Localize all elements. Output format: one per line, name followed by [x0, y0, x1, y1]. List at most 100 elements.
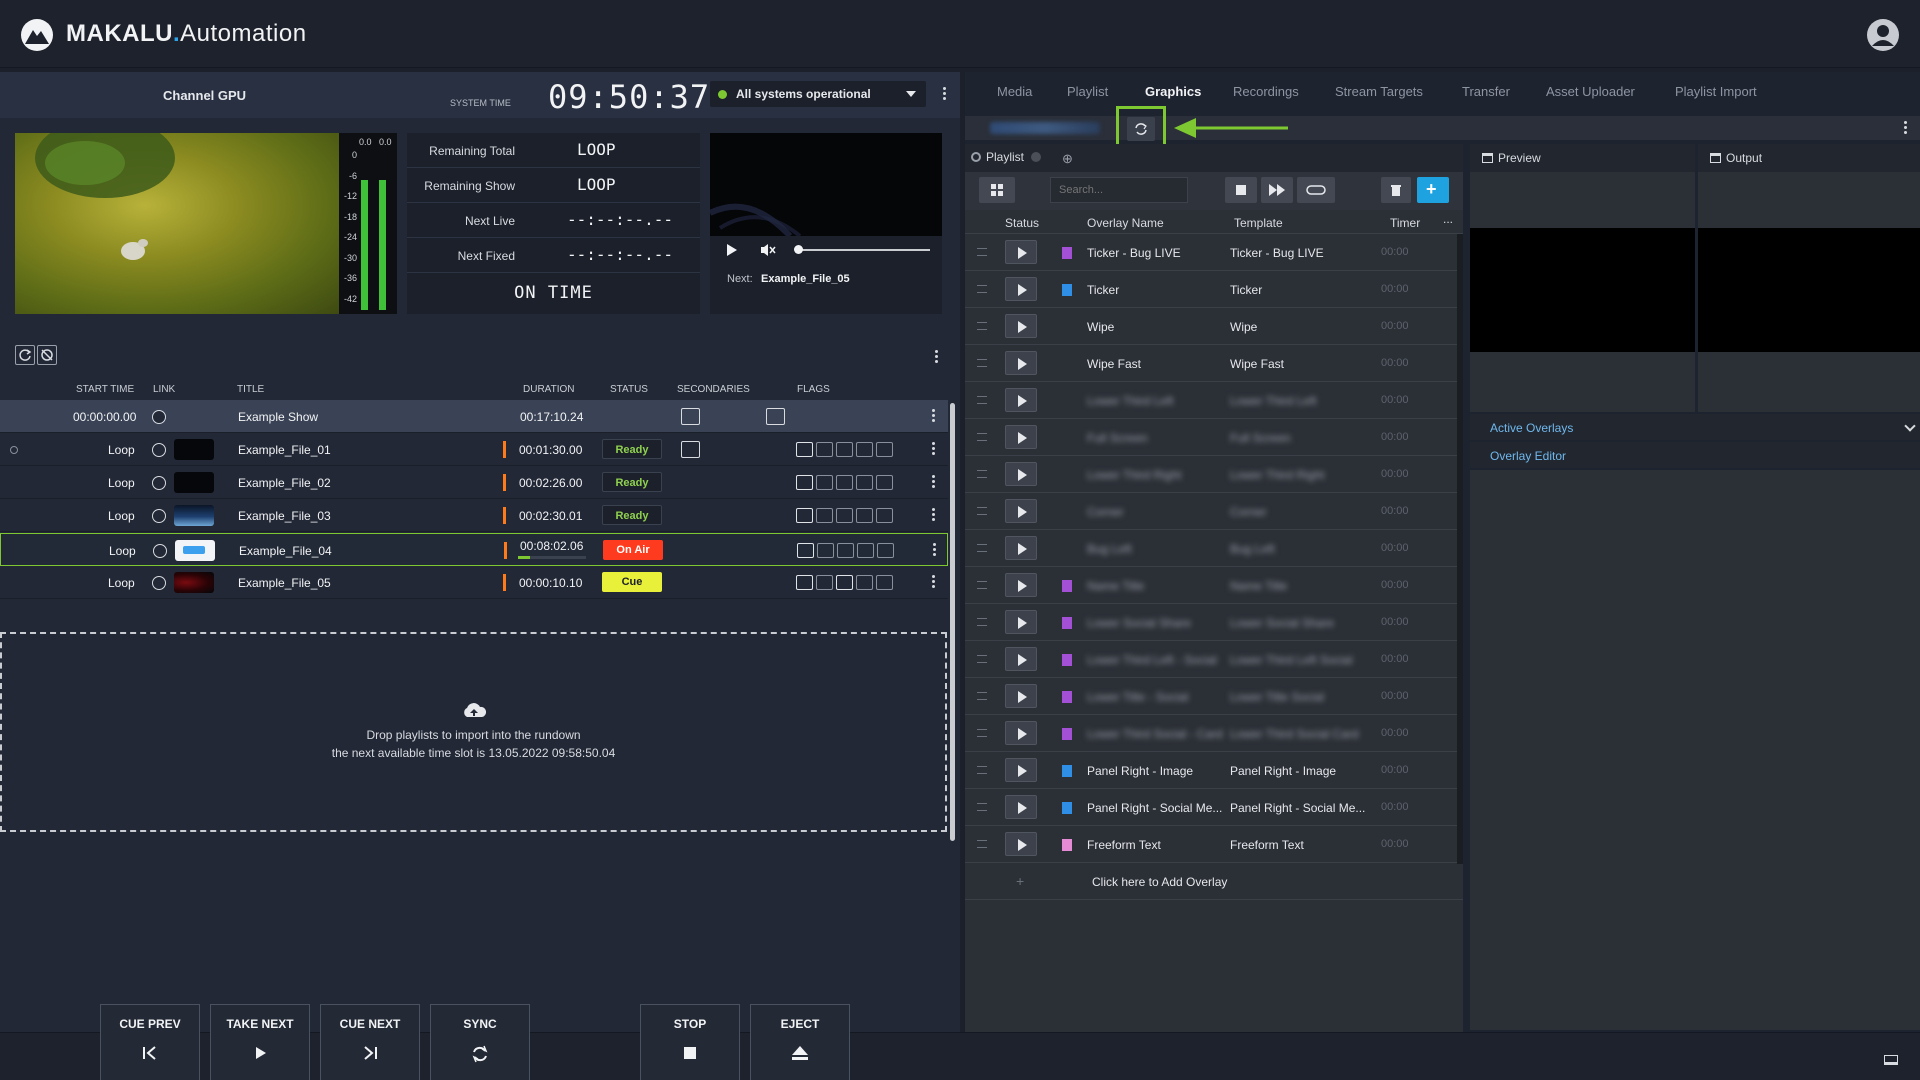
play-overlay-button[interactable] — [1005, 499, 1037, 523]
flag-icon[interactable] — [856, 575, 873, 590]
overlay-editor-section[interactable]: Overlay Editor — [1470, 442, 1920, 468]
overlay-row[interactable]: Freeform Text Freeform Text 00:00 — [965, 826, 1457, 863]
drag-handle-icon[interactable] — [977, 396, 987, 404]
next-player-progress[interactable] — [798, 249, 930, 251]
play-overlay-button[interactable] — [1005, 351, 1037, 375]
play-icon[interactable] — [726, 243, 738, 257]
graphics-menu-icon[interactable] — [1902, 121, 1908, 136]
channel-menu-icon[interactable] — [941, 87, 947, 102]
play-overlay-button[interactable] — [1005, 240, 1037, 264]
drag-handle-icon[interactable] — [977, 433, 987, 441]
fast-forward-button[interactable] — [1261, 177, 1293, 203]
overlay-editor-link[interactable]: Overlay Editor — [1490, 449, 1566, 463]
tab-asset-uploader[interactable]: Asset Uploader — [1546, 84, 1635, 99]
overlay-row[interactable]: Lower Third Social - Card Lower Third Soc… — [965, 715, 1457, 752]
row-menu-icon[interactable] — [930, 409, 936, 424]
overlay-row[interactable]: Full Screen Full Screen 00:00 — [965, 419, 1457, 456]
link-icon[interactable] — [152, 410, 166, 424]
row-menu-icon[interactable] — [930, 508, 936, 523]
loop-button[interactable] — [1297, 177, 1335, 203]
mute-icon[interactable] — [760, 243, 776, 257]
play-overlay-button[interactable] — [1005, 721, 1037, 745]
row-menu-icon[interactable] — [930, 442, 936, 457]
table-row[interactable]: Loop Example_File_05 00:00:10.10 Cue — [0, 566, 948, 599]
add-tab-icon[interactable]: ⊕ — [1062, 151, 1073, 167]
link-icon[interactable] — [152, 576, 166, 590]
tab-stream-targets[interactable]: Stream Targets — [1335, 84, 1423, 99]
overlay-row[interactable]: Panel Right - Image Panel Right - Image 00… — [965, 752, 1457, 789]
play-overlay-button[interactable] — [1005, 536, 1037, 560]
screen-icon[interactable] — [1884, 1055, 1898, 1065]
add-overlay-row[interactable]: + Click here to Add Overlay — [965, 864, 1463, 900]
play-overlay-button[interactable] — [1005, 388, 1037, 412]
user-avatar-icon[interactable] — [1866, 18, 1900, 52]
stop-all-button[interactable] — [1225, 177, 1257, 203]
tab-media[interactable]: Media — [997, 84, 1032, 99]
table-row[interactable]: Loop Example_File_02 00:02:26.00 Ready — [0, 466, 948, 499]
drag-handle-icon[interactable] — [977, 285, 987, 293]
cue-next-button[interactable]: CUE NEXT — [320, 1004, 420, 1080]
play-overlay-button[interactable] — [1005, 462, 1037, 486]
flag-icon[interactable] — [836, 575, 853, 590]
chevron-down-icon[interactable] — [1904, 420, 1916, 432]
eject-button[interactable]: EJECT — [750, 1004, 850, 1080]
flag-icon[interactable] — [796, 575, 813, 590]
graphics-profile-selector[interactable] — [990, 122, 1100, 134]
unlink-button[interactable] — [37, 345, 57, 365]
play-overlay-button[interactable] — [1005, 314, 1037, 338]
link-icon[interactable] — [152, 509, 166, 523]
drag-handle-icon[interactable] — [977, 470, 987, 478]
link-icon[interactable] — [153, 544, 167, 558]
row-menu-icon[interactable] — [931, 543, 937, 558]
system-status-dropdown[interactable]: All systems operational — [710, 81, 926, 107]
flag-icon[interactable] — [816, 442, 833, 457]
active-overlays-section[interactable]: Active Overlays — [1470, 414, 1920, 440]
overlay-row[interactable]: Lower Third Left - Social Lower Third Lef… — [965, 641, 1457, 678]
flag-icon[interactable] — [836, 508, 853, 523]
reload-rundown-button[interactable] — [15, 345, 35, 365]
add-overlay-button[interactable]: + — [1417, 177, 1449, 203]
tab-playlist-import[interactable]: Playlist Import — [1675, 84, 1757, 99]
play-overlay-button[interactable] — [1005, 277, 1037, 301]
flag-icon[interactable] — [816, 508, 833, 523]
flag-icon[interactable] — [797, 543, 814, 558]
tab-playlist[interactable]: Playlist — [1067, 84, 1108, 99]
show-row[interactable]: 00:00:00.00 Example Show 00:17:10.24 — [0, 400, 948, 433]
flag-icon[interactable] — [876, 508, 893, 523]
stop-button[interactable]: STOP — [640, 1004, 740, 1080]
overlay-row[interactable]: Ticker Ticker 00:00 — [965, 271, 1457, 308]
play-overlay-button[interactable] — [1005, 832, 1037, 856]
drag-handle-icon[interactable] — [977, 840, 987, 848]
flag-icon[interactable] — [817, 543, 834, 558]
drag-handle-icon[interactable] — [977, 507, 987, 515]
play-overlay-button[interactable] — [1005, 573, 1037, 597]
flag-icon[interactable] — [796, 508, 813, 523]
row-menu-icon[interactable] — [930, 475, 936, 490]
overlay-row[interactable]: Bug Left Bug Left 00:00 — [965, 530, 1457, 567]
take-next-button[interactable]: TAKE NEXT — [210, 1004, 310, 1080]
overlay-search-input[interactable] — [1050, 177, 1188, 203]
flag-icon[interactable] — [876, 575, 893, 590]
row-menu-icon[interactable] — [930, 575, 936, 590]
overlay-row[interactable]: Lower Third Left Lower Third Left 00:00 — [965, 382, 1457, 419]
flag-icon[interactable] — [876, 475, 893, 490]
delete-button[interactable] — [1381, 177, 1411, 203]
grid-view-button[interactable] — [979, 177, 1015, 203]
flag-icon[interactable] — [856, 508, 873, 523]
cue-prev-button[interactable]: CUE PREV — [100, 1004, 200, 1080]
flag-icon[interactable] — [876, 442, 893, 457]
secondaries-icon[interactable] — [681, 408, 700, 425]
flag-icon[interactable] — [796, 442, 813, 457]
flag-icon[interactable] — [857, 543, 874, 558]
play-overlay-button[interactable] — [1005, 684, 1037, 708]
link-icon[interactable] — [152, 443, 166, 457]
next-player-scrubber[interactable] — [794, 245, 803, 254]
drag-handle-icon[interactable] — [977, 322, 987, 330]
drag-handle-icon[interactable] — [977, 729, 987, 737]
flag-icon[interactable] — [877, 543, 894, 558]
play-overlay-button[interactable] — [1005, 610, 1037, 634]
play-overlay-button[interactable] — [1005, 758, 1037, 782]
tab-transfer[interactable]: Transfer — [1462, 84, 1510, 99]
flag-icon[interactable] — [836, 442, 853, 457]
drag-handle-icon[interactable] — [977, 544, 987, 552]
